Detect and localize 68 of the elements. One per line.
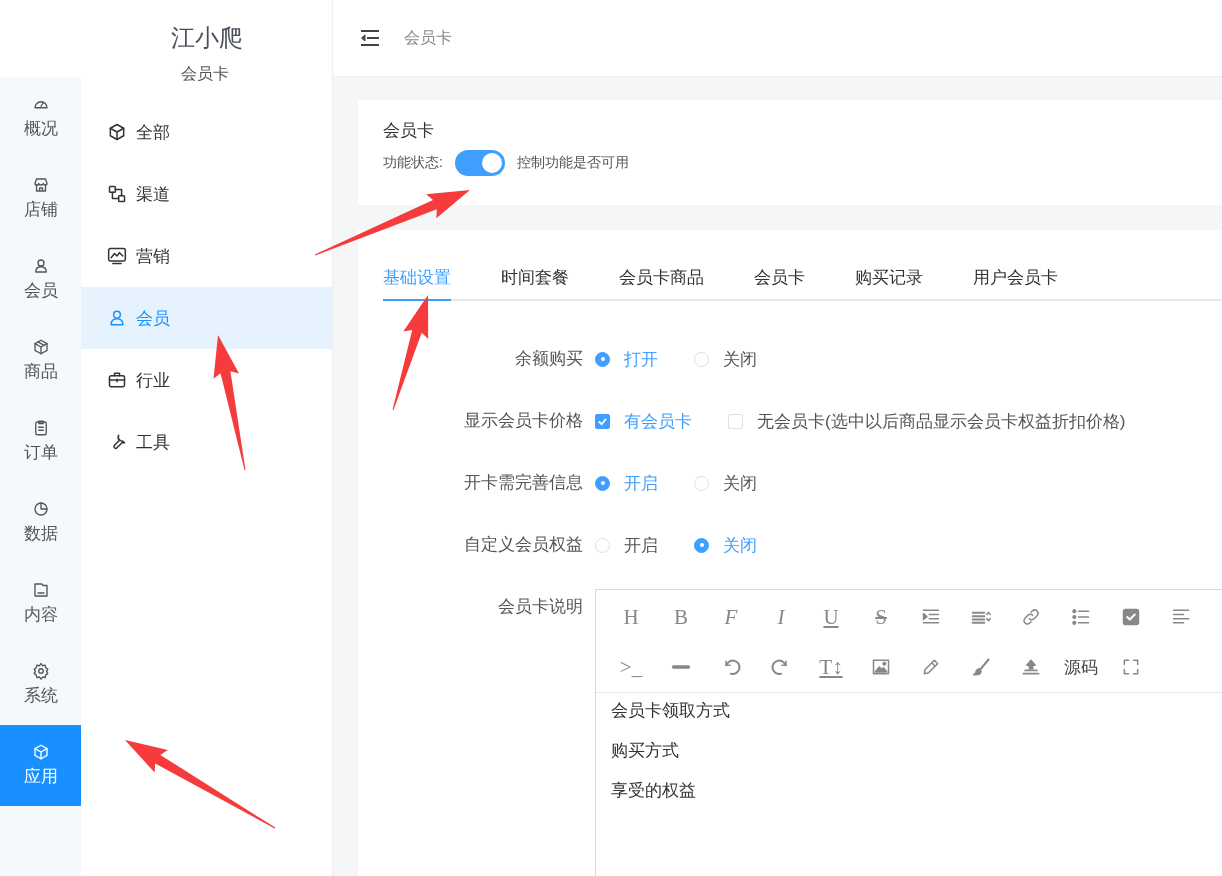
tab[interactable]: 用户会员卡 (973, 260, 1058, 301)
toolbar-button[interactable]: I (756, 599, 806, 635)
pie-chart-icon (31, 500, 50, 518)
nav-item[interactable]: 店铺 (0, 158, 81, 239)
nav-item[interactable]: 订单 (0, 401, 81, 482)
editor-text: 会员卡领取方式 (611, 701, 731, 721)
briefcase-icon (107, 370, 127, 390)
submenu-item[interactable]: 渠道 (81, 163, 332, 225)
cube-icon (31, 743, 50, 761)
pencil-icon[interactable] (921, 657, 941, 677)
toolbar-button[interactable]: T↕ (806, 649, 856, 685)
submenu-item[interactable]: 营销 (81, 225, 332, 287)
tab[interactable]: 购买记录 (855, 260, 923, 301)
nav-item[interactable]: 概况 (0, 77, 81, 158)
field-label: 功能状态: (383, 154, 443, 172)
shop-icon (31, 176, 50, 194)
settings-icon (31, 662, 50, 680)
align-left-icon[interactable] (1171, 607, 1191, 627)
user-icon (107, 308, 127, 328)
submenu-item[interactable]: 全部 (81, 101, 332, 163)
menu-icon[interactable] (360, 29, 380, 47)
toolbar-button[interactable]: S (856, 599, 906, 635)
nav-item[interactable]: 数据 (0, 482, 81, 563)
submenu-item[interactable]: 工具 (81, 411, 332, 473)
bullet-list-icon[interactable] (1071, 607, 1091, 627)
toggle-switch[interactable] (454, 150, 505, 176)
form-label: 自定义会员权益 (463, 534, 583, 556)
editor-text: 购买方式 (611, 741, 680, 761)
card-title: 会员卡 (383, 120, 435, 142)
box-icon (31, 338, 50, 356)
checkbox-icon[interactable] (1121, 607, 1141, 627)
form-label: 显示会员卡价格 (463, 410, 583, 432)
toolbar-button[interactable]: U (806, 599, 856, 635)
tab[interactable]: 时间套餐 (501, 260, 569, 301)
radio-option[interactable]: 开启 (595, 533, 658, 557)
breadcrumb: 会员卡 (404, 27, 452, 48)
submenu-item[interactable]: 行业 (81, 349, 332, 411)
tab[interactable]: 会员卡 (754, 260, 805, 301)
toolbar-button[interactable]: F (706, 599, 756, 635)
cube-icon (107, 122, 127, 142)
fullscreen-icon[interactable] (1121, 657, 1141, 677)
nav-item[interactable]: 内容 (0, 563, 81, 644)
nodes-icon (107, 184, 127, 204)
editor-text: 享受的权益 (611, 781, 697, 801)
toolbar-button[interactable]: B (656, 599, 706, 635)
app-logo: 江小爬 (170, 23, 243, 53)
brush-icon[interactable] (971, 657, 991, 677)
nav-item[interactable]: 系统 (0, 644, 81, 725)
link-icon[interactable] (1021, 607, 1041, 627)
indent-icon[interactable] (921, 607, 941, 627)
form-label: 开卡需完善信息 (463, 472, 583, 494)
checkbox-option[interactable]: 无会员卡(选中以后商品显示会员卡权益折扣价格) (728, 409, 1126, 433)
chart-monitor-icon (107, 246, 127, 266)
folder-icon (31, 581, 50, 599)
hint-text: 控制功能是否可用 (516, 154, 629, 172)
upload-icon[interactable] (1021, 657, 1041, 677)
toolbar-button[interactable]: H (606, 599, 656, 635)
rich-text-editor[interactable]: H B F I U S >_ T↕ 源码 会员卡领取方式 购买方式 享受的权益 (595, 589, 1222, 876)
toolbar-button[interactable]: >_ (606, 649, 656, 685)
form-label: 会员卡说明 (497, 596, 583, 618)
tab[interactable]: 会员卡商品 (619, 260, 704, 301)
toolbar-button[interactable]: 源码 (1056, 649, 1106, 685)
form-label: 余额购买 (514, 348, 583, 370)
radio-option[interactable]: 关闭 (694, 347, 757, 371)
radio-option[interactable]: 关闭 (694, 471, 757, 495)
image-icon[interactable] (871, 657, 891, 677)
nav-item[interactable]: 会员 (0, 239, 81, 320)
nav-item[interactable]: 商品 (0, 320, 81, 401)
